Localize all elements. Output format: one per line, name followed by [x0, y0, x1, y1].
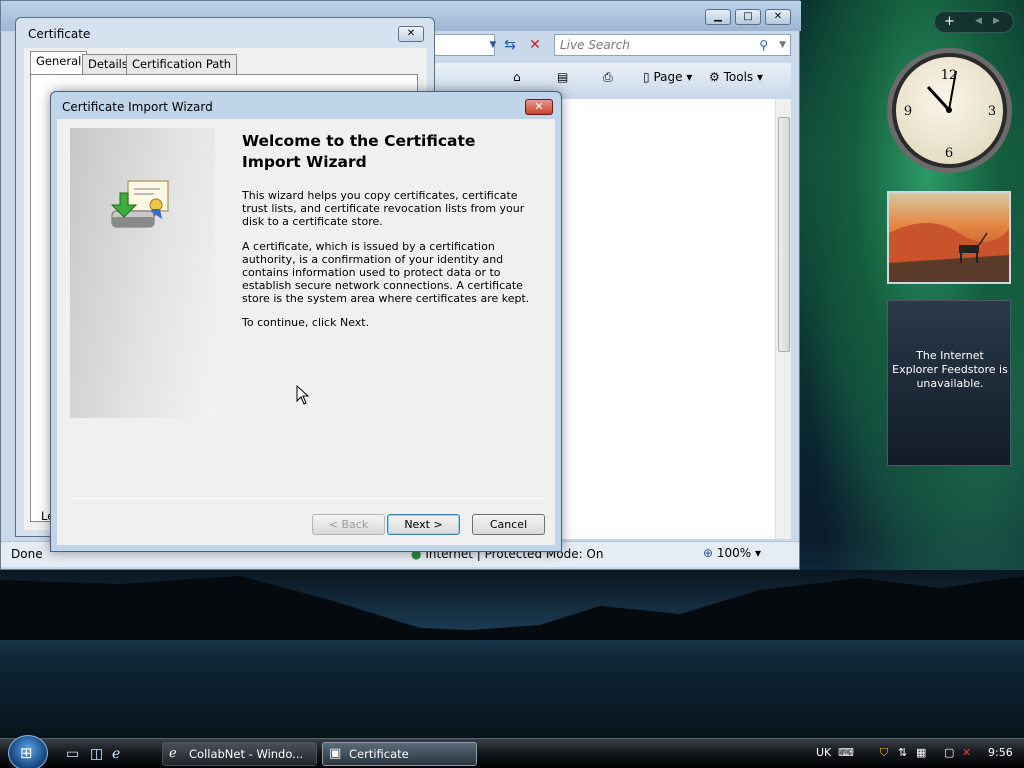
close-button[interactable]: ✕	[525, 99, 553, 115]
feed-headlines-gadget[interactable]: The Internet Explorer Feedstore is unava…	[887, 300, 1011, 466]
sync-icon[interactable]: ⇅	[898, 746, 907, 759]
close-button[interactable]: ✕	[765, 9, 791, 25]
windows-logo-icon: ⊞	[20, 744, 33, 762]
certificate-import-icon	[110, 180, 169, 228]
volume-muted-icon[interactable]: ✕	[962, 746, 971, 759]
task-label: Certificate	[349, 747, 409, 761]
clock-face: 12 3 6 9	[896, 57, 1003, 164]
switch-windows-icon[interactable]: ◫	[90, 746, 103, 762]
print-icon[interactable]: ⎙	[603, 70, 613, 85]
mouse-cursor-icon	[296, 385, 310, 405]
wizard-body: Welcome to the Certificate Import Wizard…	[57, 119, 555, 545]
sidebar-controls: + ◀ ▶	[934, 11, 1014, 33]
security-shield-icon[interactable]: ⛉	[880, 746, 888, 760]
svg-text:3: 3	[988, 104, 996, 119]
clock-gadget[interactable]: 12 3 6 9	[887, 48, 1012, 173]
wizard-title: Certificate Import Wizard	[62, 100, 213, 114]
feed-message: The Internet Explorer Feedstore is unava…	[892, 349, 1008, 390]
scrollbar-thumb[interactable]	[778, 117, 790, 352]
clock-text[interactable]: 9:56	[988, 746, 1013, 759]
search-dropdown-icon[interactable]: ▼	[779, 35, 786, 55]
vertical-scrollbar[interactable]	[775, 99, 791, 539]
page-menu[interactable]: ▯ Page ▾	[643, 70, 692, 84]
magnifier-icon: ⊕	[703, 546, 714, 560]
previous-icon[interactable]: ◀	[975, 16, 982, 26]
keyboard-icon[interactable]: ⌨	[838, 746, 854, 759]
taskbar-item-certificate[interactable]: ▣ Certificate	[322, 742, 477, 766]
close-button[interactable]: ✕	[398, 26, 424, 42]
refresh-icon[interactable]: ⇆	[499, 34, 521, 56]
task-label: CollabNet - Windo...	[189, 747, 304, 761]
show-desktop-icon[interactable]: ▭	[66, 746, 79, 762]
oryx-photo	[889, 223, 1009, 282]
wizard-paragraph-2: A certificate, which is issued by a cert…	[242, 240, 530, 305]
wizard-banner	[70, 128, 215, 418]
desktop-mountains	[0, 576, 1024, 640]
back-button[interactable]: < Back	[312, 514, 385, 535]
stop-icon[interactable]: ✕	[524, 34, 546, 56]
divider	[70, 498, 544, 499]
slideshow-gadget[interactable]	[887, 191, 1011, 284]
next-button[interactable]: Next >	[387, 514, 460, 535]
tab-certification-path[interactable]: Certification Path	[126, 54, 238, 74]
taskbar: ⊞ ▭ ◫ ℯ ℯ CollabNet - Windo... ▣ Certifi…	[0, 735, 1024, 768]
wizard-heading: Welcome to the Certificate Import Wizard	[242, 132, 476, 171]
zoom-control[interactable]: ⊕ 100% ▾	[703, 546, 761, 560]
start-button[interactable]: ⊞	[8, 735, 48, 768]
internet-explorer-icon: ℯ	[169, 746, 177, 761]
add-gadget-icon[interactable]: +	[944, 14, 955, 29]
home-icon[interactable]: ⌂	[513, 70, 521, 84]
cancel-button[interactable]: Cancel	[472, 514, 545, 535]
zoom-level: 100%	[716, 546, 752, 560]
wizard-paragraph-1: This wizard helps you copy certificates,…	[242, 189, 525, 228]
search-icon[interactable]: ⚲	[759, 35, 768, 55]
page-menu-label: Page	[653, 70, 683, 84]
minimize-button[interactable]: ▁	[705, 9, 731, 25]
tab-general[interactable]: General	[30, 51, 88, 75]
certificate-import-wizard[interactable]: Certificate Import Wizard ✕ Welcome to t…	[50, 91, 562, 552]
next-icon[interactable]: ▶	[993, 16, 1000, 26]
svg-text:6: 6	[945, 146, 953, 161]
search-input[interactable]: Live Search ⚲ ▼	[554, 34, 791, 56]
dialog-title: Certificate	[28, 27, 91, 41]
network-icon[interactable]: ▦	[916, 746, 926, 759]
svg-text:9: 9	[904, 104, 912, 119]
gear-icon: ⚙	[709, 70, 720, 84]
command-bar: ⌂ ▤ ⎙ ▯ Page ▾ ⚙ Tools ▾	[433, 63, 791, 93]
language-indicator[interactable]: UK	[816, 746, 831, 759]
search-placeholder: Live Search	[560, 38, 630, 52]
internet-explorer-icon[interactable]: ℯ	[112, 746, 120, 762]
wizard-paragraph-3: To continue, click Next.	[242, 316, 370, 329]
certificate-icon: ▣	[329, 746, 342, 761]
rss-icon[interactable]: ▤	[557, 70, 568, 84]
display-icon[interactable]: ▢	[944, 746, 954, 759]
clock-hands: 12 3 6 9	[904, 68, 996, 161]
page-icon: ▯	[643, 70, 650, 84]
tools-menu[interactable]: ⚙ Tools ▾	[709, 70, 763, 84]
maximize-button[interactable]: □	[735, 9, 761, 25]
status-text: Done	[11, 547, 43, 561]
taskbar-item-collabnet[interactable]: ℯ CollabNet - Windo...	[162, 742, 317, 766]
tools-menu-label: Tools	[723, 70, 754, 84]
